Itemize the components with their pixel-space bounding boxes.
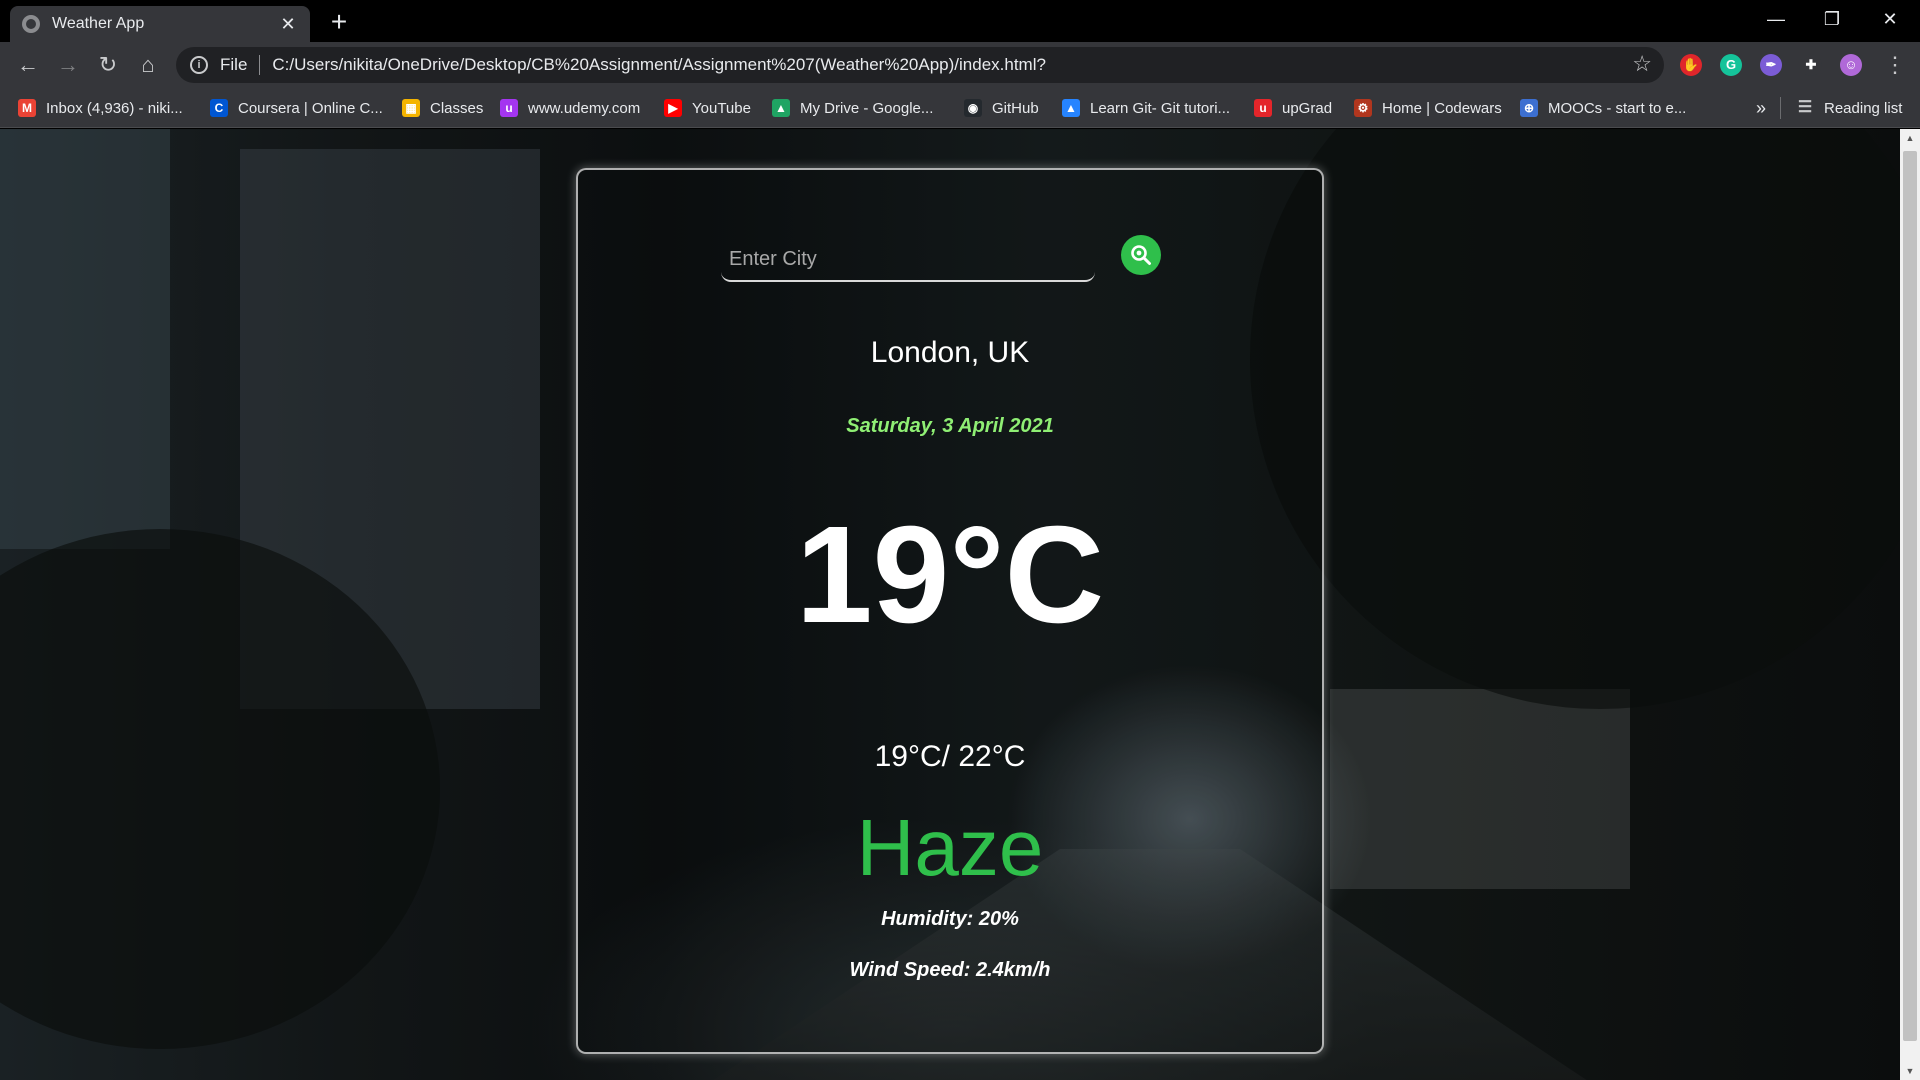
page-scrollbar[interactable]: ▲ ▼ bbox=[1900, 129, 1920, 1080]
address-separator bbox=[259, 55, 261, 75]
bookmarks-bar: M Inbox (4,936) - niki... C Coursera | O… bbox=[0, 88, 1920, 128]
min-max-temperature: 19°C/ 22°C bbox=[874, 740, 1026, 773]
new-tab-button[interactable]: + bbox=[322, 6, 356, 40]
reading-list-icon: ☰ bbox=[1797, 99, 1813, 116]
bookmark-coursera[interactable]: C Coursera | Online C... bbox=[210, 88, 383, 128]
moocs-icon: ⊕ bbox=[1520, 99, 1538, 117]
globe-icon bbox=[22, 15, 40, 33]
address-scheme: File bbox=[220, 55, 248, 74]
weather-condition: Haze bbox=[856, 803, 1044, 892]
scroll-down-arrow-icon[interactable]: ▼ bbox=[1900, 1062, 1920, 1080]
page-background: London, UK Saturday, 3 April 2021 19°C 1… bbox=[0, 129, 1900, 1080]
drive-icon: ▲ bbox=[772, 99, 790, 117]
close-window-button[interactable]: ✕ bbox=[1862, 0, 1918, 40]
bookmark-classes[interactable]: ▦ Classes bbox=[402, 88, 483, 128]
bookmark-label: YouTube bbox=[692, 99, 751, 117]
youtube-icon: ▶ bbox=[664, 99, 682, 117]
search-button[interactable] bbox=[1121, 235, 1161, 275]
browser-toolbar: ← → ↻ ⌂ i File C:/Users/nikita/OneDrive/… bbox=[0, 42, 1920, 88]
upgrad-icon: u bbox=[1254, 99, 1272, 117]
adblock-icon[interactable]: ✋ bbox=[1680, 54, 1702, 76]
tab-close-icon[interactable]: ✕ bbox=[278, 14, 298, 35]
classroom-icon: ▦ bbox=[402, 99, 420, 117]
feather-icon[interactable]: ✒ bbox=[1760, 54, 1782, 76]
bookmark-my-drive[interactable]: ▲ My Drive - Google... bbox=[772, 88, 933, 128]
background-building bbox=[1330, 689, 1630, 889]
bookmark-label: Home | Codewars bbox=[1382, 99, 1502, 117]
bookmark-upgrad[interactable]: u upGrad bbox=[1254, 88, 1332, 128]
bookmark-label: Inbox (4,936) - niki... bbox=[46, 99, 183, 117]
reading-list-button[interactable]: ☰ Reading list bbox=[1796, 88, 1903, 128]
bookmarks-overflow-button[interactable]: » bbox=[1756, 88, 1766, 128]
tab-weather-app[interactable]: Weather App ✕ bbox=[10, 6, 310, 42]
bookmark-codewars[interactable]: ⚙ Home | Codewars bbox=[1354, 88, 1502, 128]
bookmark-label: www.udemy.com bbox=[528, 99, 641, 117]
background-tree bbox=[1250, 129, 1900, 709]
bookmark-label: Classes bbox=[430, 99, 484, 117]
bookmark-label: Learn Git- Git tutori... bbox=[1090, 99, 1231, 117]
current-date: Saturday, 3 April 2021 bbox=[846, 415, 1054, 437]
humidity-value: Humidity: 20% bbox=[881, 908, 1019, 930]
gmail-icon: M bbox=[18, 99, 36, 117]
minimize-button[interactable]: — bbox=[1748, 0, 1804, 40]
back-button[interactable]: ← bbox=[12, 49, 44, 81]
scroll-up-arrow-icon[interactable]: ▲ bbox=[1900, 129, 1920, 147]
background-building bbox=[0, 129, 170, 549]
bookmark-label: MOOCs - start to e... bbox=[1548, 99, 1687, 117]
github-icon: ◉ bbox=[964, 99, 982, 117]
atlassian-icon: ▲ bbox=[1062, 99, 1080, 117]
address-bar[interactable]: i File C:/Users/nikita/OneDrive/Desktop/… bbox=[176, 47, 1664, 83]
bookmark-star-icon[interactable]: ☆ bbox=[1632, 51, 1652, 77]
bookmark-moocs[interactable]: ⊕ MOOCs - start to e... bbox=[1520, 88, 1686, 128]
bookmark-github[interactable]: ◉ GitHub bbox=[964, 88, 1039, 128]
city-name: London, UK bbox=[870, 336, 1030, 369]
address-url[interactable]: C:/Users/nikita/OneDrive/Desktop/CB%20As… bbox=[272, 55, 1046, 75]
browser-menu-icon[interactable]: ⋮ bbox=[1884, 50, 1906, 80]
tab-title: Weather App bbox=[52, 15, 145, 32]
current-temperature: 19°C bbox=[795, 498, 1105, 652]
info-icon[interactable]: i bbox=[190, 56, 208, 74]
reload-button[interactable]: ↻ bbox=[92, 49, 124, 81]
bookmark-udemy[interactable]: u www.udemy.com bbox=[500, 88, 640, 128]
scrollbar-thumb[interactable] bbox=[1903, 151, 1917, 1041]
bookmark-learn-git[interactable]: ▲ Learn Git- Git tutori... bbox=[1062, 88, 1230, 128]
wind-speed-value: Wind Speed: 2.4km/h bbox=[849, 959, 1051, 981]
coursera-icon: C bbox=[210, 99, 228, 117]
bookmarks-divider bbox=[1780, 97, 1781, 119]
restore-button[interactable]: ❐ bbox=[1804, 0, 1860, 40]
udemy-icon: u bbox=[500, 99, 518, 117]
tab-strip: Weather App ✕ + — ❐ ✕ bbox=[0, 0, 1920, 42]
magnifier-icon bbox=[1131, 245, 1151, 265]
bookmark-label: upGrad bbox=[1282, 99, 1333, 117]
bookmark-label: GitHub bbox=[992, 99, 1039, 117]
city-search-input[interactable] bbox=[721, 238, 1095, 282]
bookmark-label: Coursera | Online C... bbox=[238, 99, 383, 117]
grammarly-icon[interactable]: G bbox=[1720, 54, 1742, 76]
profile-avatar[interactable]: ☺ bbox=[1840, 54, 1862, 76]
reading-list-label: Reading list bbox=[1824, 99, 1903, 117]
puzzle-icon[interactable]: ✚ bbox=[1800, 54, 1822, 76]
bookmark-youtube[interactable]: ▶ YouTube bbox=[664, 88, 751, 128]
home-button[interactable]: ⌂ bbox=[132, 49, 164, 81]
forward-button[interactable]: → bbox=[52, 49, 84, 81]
weather-card: London, UK Saturday, 3 April 2021 19°C 1… bbox=[576, 168, 1324, 1054]
bookmark-label: My Drive - Google... bbox=[800, 99, 934, 117]
bookmark-gmail[interactable]: M Inbox (4,936) - niki... bbox=[18, 88, 183, 128]
codewars-icon: ⚙ bbox=[1354, 99, 1372, 117]
